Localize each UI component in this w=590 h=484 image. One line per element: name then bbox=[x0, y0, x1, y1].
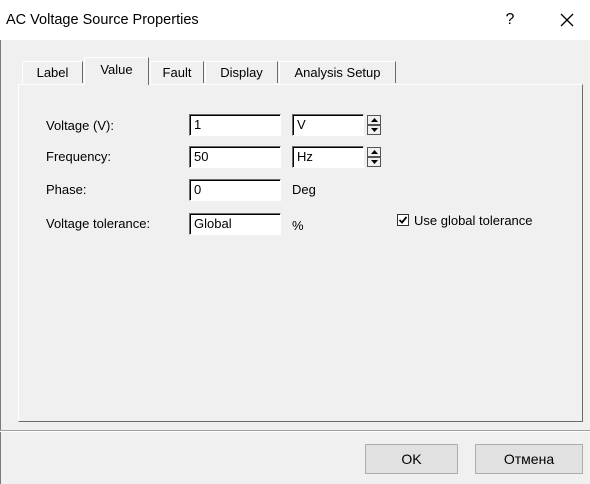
tab-display[interactable]: Display bbox=[205, 61, 278, 83]
phase-input[interactable]: 0 bbox=[189, 179, 281, 201]
tolerance-unit: % bbox=[292, 218, 304, 233]
phase-unit: Deg bbox=[292, 182, 316, 197]
use-global-tolerance-label[interactable]: Use global tolerance bbox=[414, 213, 533, 228]
help-button[interactable]: ? bbox=[490, 7, 530, 33]
tolerance-input[interactable]: Global bbox=[189, 213, 281, 235]
tab-analysis-setup[interactable]: Analysis Setup bbox=[279, 61, 396, 83]
voltage-input[interactable]: 1 bbox=[189, 114, 281, 136]
ok-button[interactable]: OK bbox=[365, 444, 458, 474]
footer-divider-highlight bbox=[0, 431, 590, 432]
voltage-unit-field[interactable]: V bbox=[292, 114, 364, 136]
cancel-button[interactable]: Отмена bbox=[475, 444, 583, 474]
tab-value[interactable]: Value bbox=[84, 57, 149, 85]
frequency-input[interactable]: 50 bbox=[189, 146, 281, 168]
frequency-unit-spinner[interactable] bbox=[367, 147, 381, 167]
help-icon: ? bbox=[505, 11, 515, 28]
title-bar: AC Voltage Source Properties ? bbox=[0, 0, 590, 40]
spin-down-icon[interactable] bbox=[367, 157, 381, 167]
close-button[interactable] bbox=[545, 5, 589, 35]
window-edge bbox=[0, 40, 1, 484]
voltage-label: Voltage (V): bbox=[46, 118, 114, 133]
checkmark-icon bbox=[398, 216, 408, 224]
tolerance-label: Voltage tolerance: bbox=[46, 216, 151, 231]
use-global-tolerance-checkbox[interactable] bbox=[397, 214, 409, 226]
spin-up-icon[interactable] bbox=[367, 115, 381, 125]
close-icon bbox=[560, 13, 574, 27]
tab-fault[interactable]: Fault bbox=[150, 61, 204, 83]
frequency-unit-field[interactable]: Hz bbox=[292, 146, 364, 168]
spin-down-icon[interactable] bbox=[367, 125, 381, 135]
voltage-unit-spinner[interactable] bbox=[367, 115, 381, 135]
tab-label[interactable]: Label bbox=[22, 61, 83, 83]
phase-label: Phase: bbox=[46, 182, 87, 197]
frequency-label: Frequency: bbox=[46, 149, 112, 164]
window-title: AC Voltage Source Properties bbox=[6, 12, 199, 28]
spin-up-icon[interactable] bbox=[367, 147, 381, 157]
